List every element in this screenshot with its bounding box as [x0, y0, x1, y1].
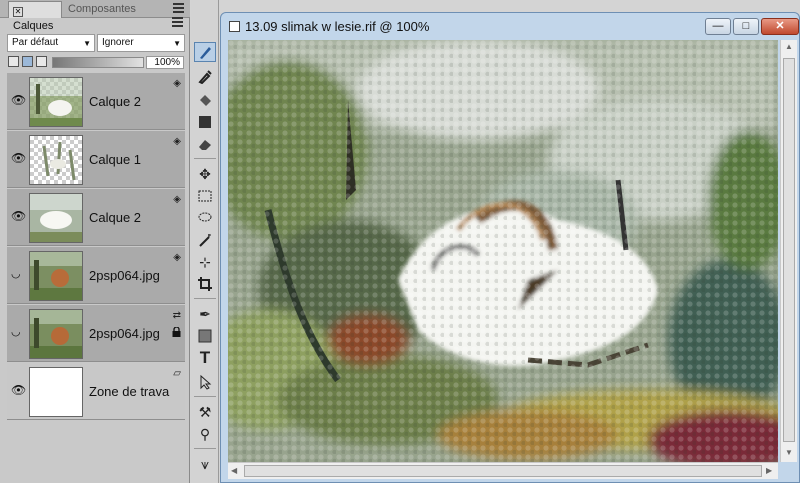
layer-thumbnail [29, 77, 83, 127]
shape-icon[interactable] [194, 326, 216, 346]
cloner-icon[interactable]: ⚒ [194, 402, 216, 422]
tab-calques-label: Calques [13, 20, 54, 32]
text-icon[interactable]: T [194, 348, 216, 368]
divine-proportion-icon[interactable]: ⩛ [194, 454, 216, 474]
vertical-scroll-thumb[interactable] [783, 58, 795, 442]
eye-icon[interactable]: 👁 [11, 384, 26, 396]
document-window: 13.09 slimak w lesie.rif @ 100% — □ ✕ ▲ … [220, 12, 800, 483]
layer-row[interactable]: ◡ 2psp064.jpg ◈ [7, 247, 185, 304]
lasso-icon[interactable] [194, 208, 216, 228]
pen-icon[interactable]: ✒ [194, 304, 216, 324]
scroll-right-icon[interactable]: ▶ [766, 466, 772, 475]
layer-row[interactable]: 👁 Calque 2 ◈ [7, 189, 185, 246]
layer-name: 2psp064.jpg [89, 268, 160, 283]
opacity-value[interactable]: 100% [146, 56, 184, 69]
horizontal-scrollbar[interactable]: ◀ ▶ [228, 462, 778, 479]
layer-row[interactable]: 👁 Calque 1 ◈ [7, 131, 185, 188]
composite-select[interactable]: Ignorer ▼ [97, 34, 185, 52]
canvas-layer-icon: ▱ [173, 368, 181, 379]
dropper-icon[interactable] [194, 66, 216, 86]
composite-value: Ignorer [102, 37, 134, 48]
layer-name: 2psp064.jpg [89, 326, 160, 341]
gradient-icon[interactable] [194, 112, 216, 132]
document-titlebar[interactable]: 13.09 slimak w lesie.rif @ 100% — □ ✕ [221, 13, 800, 39]
layer-name: Calque 1 [89, 152, 142, 167]
scroll-left-icon[interactable]: ◀ [231, 466, 237, 475]
layer-list: 👁 Calque 2 ◈ 👁 Calque 1 ◈ 👁 Calque 2 ◈ ◡… [7, 73, 185, 483]
lock-icon [172, 327, 181, 337]
panel-tabs: ✕ Calques Composantes [0, 0, 190, 32]
mode-row: Par défaut ▼ Ignorer ▼ [0, 34, 190, 54]
eye-icon[interactable]: 👁 [11, 152, 26, 164]
crop-icon[interactable] [194, 274, 216, 294]
blend-mode-value: Par défaut [12, 37, 59, 48]
layers-panel: ✕ Calques Composantes Par défaut ▼ Ignore… [0, 0, 190, 483]
minimize-button[interactable]: — [705, 18, 731, 35]
document-icon [229, 21, 240, 32]
opacity-row: 100% [0, 55, 190, 71]
magic-wand-icon[interactable] [194, 230, 216, 250]
thumbnail-image [30, 194, 82, 242]
horizontal-scroll-thumb[interactable] [244, 465, 762, 477]
layer-thumbnail [29, 251, 83, 301]
eye-icon[interactable]: 👁 [11, 94, 26, 106]
opacity-slider[interactable] [52, 57, 144, 68]
layer-row[interactable]: ◡ 2psp064.jpg ⇄ [7, 305, 185, 362]
tab-composantes-label: Composantes [68, 3, 136, 15]
layer-name: Zone de trava [89, 384, 170, 399]
eye-closed-icon[interactable]: ◡ [11, 269, 23, 280]
scroll-down-icon[interactable]: ▼ [785, 448, 793, 457]
chevron-down-icon: ▼ [173, 39, 181, 48]
thumbnail-image [30, 310, 82, 358]
tab-composantes[interactable]: Composantes [64, 1, 136, 18]
options-menu-icon[interactable] [172, 17, 183, 29]
layer-adjuster-icon[interactable]: ✥ [194, 164, 216, 184]
painting-image [228, 40, 778, 462]
layer-row[interactable]: 👁 Zone de trava ▱ [7, 363, 185, 420]
layer-type-icon: ◈ [173, 136, 181, 147]
layer-thumbnail [29, 309, 83, 359]
document-title: 13.09 slimak w lesie.rif @ 100% [245, 19, 430, 34]
toolbox: ✥ ⊹ ✒ T ⚒ ⚲ ⩛ [191, 0, 219, 483]
vertical-scrollbar[interactable]: ▲ ▼ [780, 40, 797, 462]
transform-icon[interactable]: ⊹ [194, 252, 216, 272]
composite-icon[interactable] [36, 56, 47, 67]
layer-type-icon: ◈ [173, 78, 181, 89]
eraser-icon[interactable] [194, 134, 216, 154]
thumbnail-image [30, 252, 82, 300]
layer-thumbnail [29, 135, 83, 185]
close-button[interactable]: ✕ [761, 18, 799, 35]
brush-icon[interactable] [194, 42, 216, 62]
painting-canvas[interactable] [228, 40, 778, 462]
link-icon: ⇄ [172, 310, 181, 321]
eye-closed-icon[interactable]: ◡ [11, 327, 23, 338]
thumbnail-image [30, 78, 82, 126]
chevron-down-icon: ▼ [83, 39, 91, 48]
blend-mode-select[interactable]: Par défaut ▼ [7, 34, 95, 52]
tab-calques[interactable]: ✕ Calques [8, 1, 62, 32]
close-tab-icon[interactable]: ✕ [13, 7, 23, 17]
scroll-up-icon[interactable]: ▲ [785, 42, 793, 51]
panel-menu-icon[interactable] [173, 3, 184, 15]
layer-name: Calque 2 [89, 94, 142, 109]
selection-arrow-icon[interactable] [194, 372, 216, 392]
rubber-stamp-icon[interactable]: ⚲ [194, 424, 216, 444]
rect-select-icon[interactable] [194, 186, 216, 206]
layer-type-icon: ◈ [173, 252, 181, 263]
preserve-transparency-icon[interactable] [8, 56, 19, 67]
pick-up-underlying-icon[interactable] [22, 56, 33, 67]
paint-bucket-icon[interactable] [194, 90, 216, 110]
maximize-button[interactable]: □ [733, 18, 759, 35]
thumbnail-image [42, 141, 76, 181]
layer-row[interactable]: 👁 Calque 2 ◈ [7, 73, 185, 130]
layer-thumbnail [29, 367, 83, 417]
layer-type-icon: ◈ [173, 194, 181, 205]
eye-icon[interactable]: 👁 [11, 210, 26, 222]
layer-thumbnail [29, 193, 83, 243]
layer-name: Calque 2 [89, 210, 142, 225]
